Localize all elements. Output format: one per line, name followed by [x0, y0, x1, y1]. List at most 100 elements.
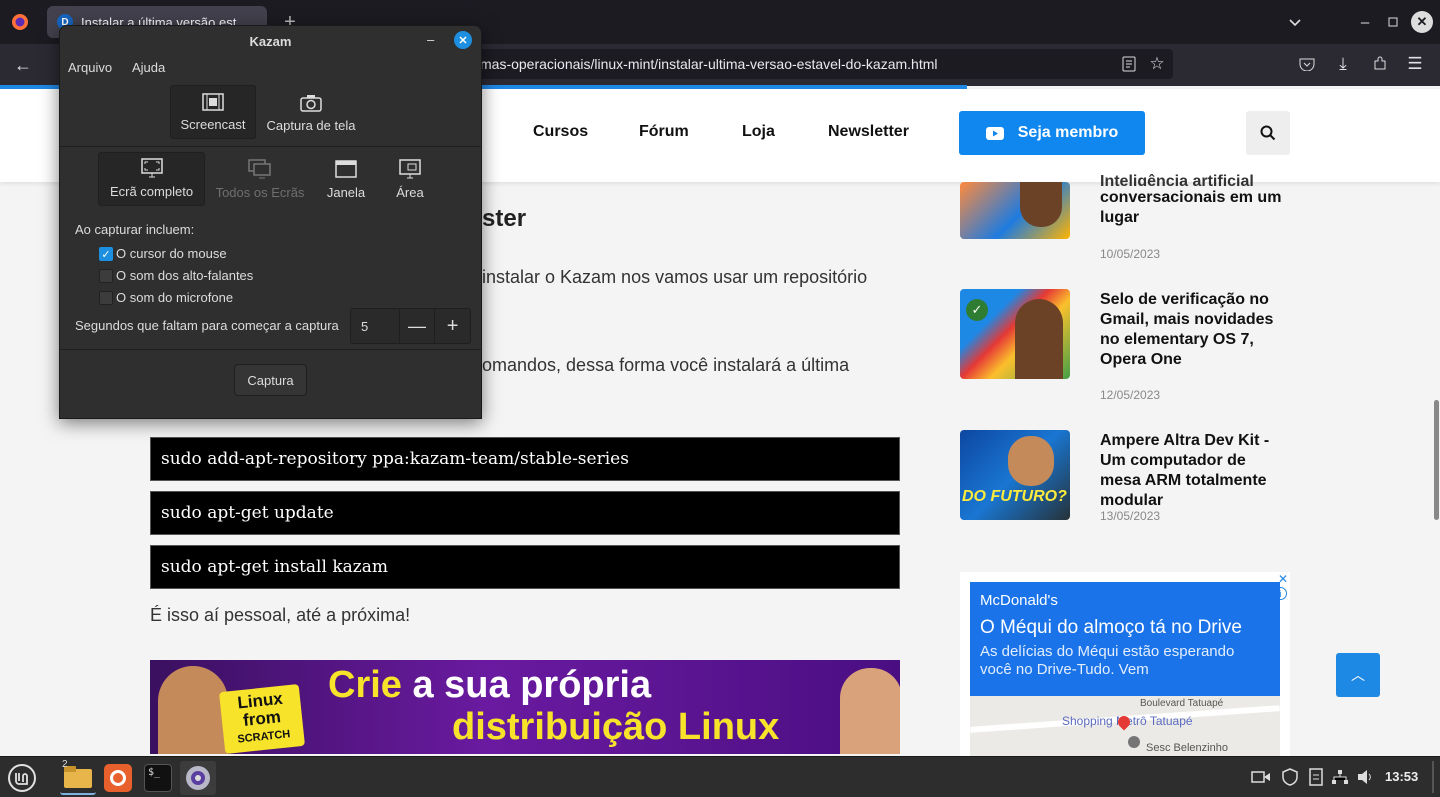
article-paragraph-2: omandos, dessa forma você instalará a úl…	[482, 355, 850, 375]
post-date-2: 12/05/2023	[1100, 388, 1161, 402]
presenter-photo-right	[840, 668, 900, 754]
minus-icon[interactable]: —	[398, 309, 435, 343]
update-shield-icon[interactable]	[1280, 767, 1300, 787]
source-window-label: Janela	[326, 185, 366, 200]
scroll-to-top-button[interactable]: ︿	[1336, 653, 1380, 697]
camera-icon	[300, 95, 322, 112]
source-area-label: Área	[396, 185, 424, 200]
post-thumbnail-1[interactable]	[960, 182, 1070, 239]
map-label-boulevard: Boulevard Tatuapé	[1140, 698, 1224, 709]
source-all-screens-button: Todos os Ecrãs	[210, 152, 310, 206]
source-window-button[interactable]: Janela	[318, 152, 374, 206]
ad-headline: O Méqui do almoço tá no Drive	[980, 617, 1242, 638]
linux-from-scratch-badge: Linux from SCRATCH	[218, 683, 306, 754]
banner-headline-a: Crie	[328, 664, 402, 706]
all-screens-icon	[248, 159, 271, 179]
microphone-option-label[interactable]: O som do microfone	[116, 290, 233, 305]
clock[interactable]: 13:53	[1385, 769, 1418, 784]
tab-list-chevron-icon[interactable]	[1285, 12, 1305, 32]
nav-forum[interactable]: Fórum	[639, 123, 689, 141]
ad-map[interactable]: Boulevard Tatuapé Shopping Metrô Tatuapé…	[970, 696, 1280, 757]
extensions-icon[interactable]	[1371, 55, 1389, 73]
code-block-add-repo[interactable]: sudo add-apt-repository ppa:kazam-team/s…	[150, 437, 900, 481]
screencast-label: Screencast	[180, 117, 246, 132]
banner-headline-b: a sua própria	[412, 664, 652, 706]
minimize-window-icon[interactable]: –	[1355, 12, 1375, 32]
delay-value[interactable]: 5	[351, 309, 399, 343]
post-date-1: 10/05/2023	[1100, 247, 1161, 261]
kazam-titlebar[interactable]: Kazam	[60, 26, 481, 56]
cursor-option-label[interactable]: O cursor do mouse	[116, 246, 227, 261]
kazam-close-icon[interactable]: ✕	[454, 31, 472, 49]
kazam-divider	[60, 146, 481, 147]
speakers-checkbox[interactable]	[99, 269, 113, 283]
app-menu-icon[interactable]: ☰	[1406, 54, 1424, 73]
pocket-icon[interactable]	[1298, 55, 1316, 73]
page-scrollbar[interactable]	[1434, 400, 1439, 520]
code-block-update[interactable]: sudo apt-get update	[150, 491, 900, 535]
show-desktop-handle[interactable]	[1432, 761, 1434, 793]
close-window-icon[interactable]: ✕	[1411, 11, 1433, 33]
screencast-mode-button[interactable]: Screencast	[170, 85, 256, 139]
verified-check-icon: ✓	[966, 299, 988, 321]
area-icon	[399, 159, 421, 179]
thumbnail-face	[1020, 182, 1062, 227]
mint-menu-icon[interactable]	[4, 761, 40, 795]
ad-body: As delícias do Méqui estão esperando voc…	[980, 643, 1235, 678]
kazam-menu-ajuda[interactable]: Ajuda	[132, 60, 165, 75]
fullscreen-icon	[140, 158, 163, 178]
thumbnail-face	[1008, 436, 1054, 486]
microphone-checkbox[interactable]	[99, 291, 113, 305]
volume-icon[interactable]	[1356, 767, 1376, 787]
nav-cursos[interactable]: Cursos	[533, 123, 588, 141]
ad-brand: McDonald's	[980, 592, 1058, 609]
chevron-up-icon: ︿	[1351, 667, 1365, 683]
taskbar: 2 $_ 13:53	[0, 756, 1440, 797]
terminal-app-icon[interactable]: $_	[140, 761, 176, 795]
source-fullscreen-button[interactable]: Ecrã completo	[98, 152, 205, 206]
nav-newsletter[interactable]: Newsletter	[828, 123, 909, 141]
notes-icon[interactable]	[1306, 767, 1326, 787]
delay-spinner[interactable]: 5 — +	[350, 308, 471, 344]
site-search-button[interactable]	[1246, 111, 1290, 155]
article-heading: ster	[482, 205, 527, 232]
capture-button[interactable]: Captura	[234, 364, 307, 396]
downloads-icon[interactable]: ⤓	[1334, 54, 1352, 73]
advertisement[interactable]: ✕ i McDonald's O Méqui do almoço tá no D…	[960, 572, 1290, 757]
kazam-app-icon[interactable]	[180, 761, 216, 795]
thumbnail-face	[1015, 299, 1063, 379]
kazam-minimize-icon[interactable]: –	[427, 32, 439, 47]
course-banner[interactable]: Linux from SCRATCH Crie a sua própria di…	[150, 660, 900, 754]
post-title-2[interactable]: Selo de verificação no Gmail, mais novid…	[1100, 290, 1290, 370]
screen-recorder-icon[interactable]	[1250, 767, 1272, 787]
network-icon[interactable]	[1330, 767, 1350, 787]
post-title-1-cut[interactable]: Inteligência artificial	[1100, 172, 1290, 186]
screenshot-label: Captura de tela	[266, 118, 356, 133]
plus-icon[interactable]: +	[434, 309, 470, 343]
maximize-window-icon[interactable]	[1383, 12, 1403, 32]
post-title-3[interactable]: Ampere Altra Dev Kit - Um computador de …	[1100, 431, 1290, 511]
cursor-checkbox[interactable]: ✓	[99, 247, 113, 261]
speakers-option-label[interactable]: O som dos alto-falantes	[116, 268, 253, 283]
post-thumbnail-3[interactable]: DO FUTURO?	[960, 430, 1070, 520]
kazam-window: Kazam – ✕ Arquivo Ajuda Screencast Captu…	[59, 25, 482, 419]
post-date-3: 13/05/2023	[1100, 509, 1161, 523]
member-button[interactable]: Seja membro	[959, 111, 1145, 155]
post-title-1[interactable]: conversacionais em um lugar	[1100, 188, 1290, 228]
kazam-menu-arquivo[interactable]: Arquivo	[68, 60, 112, 75]
screenshot-mode-button[interactable]: Captura de tela	[260, 85, 362, 139]
source-area-button[interactable]: Área	[382, 152, 438, 206]
post-thumbnail-2[interactable]: ✓	[960, 289, 1070, 379]
thumbnail-caption: DO FUTURO?	[962, 488, 1067, 505]
firefox-menu-icon[interactable]	[10, 12, 30, 32]
reader-view-icon[interactable]	[1120, 55, 1138, 73]
film-icon	[202, 93, 224, 111]
capture-button-label: Captura	[247, 372, 294, 388]
nav-loja[interactable]: Loja	[742, 123, 775, 141]
back-arrow-icon[interactable]: ←	[12, 54, 34, 76]
ad-text-panel: McDonald's O Méqui do almoço tá no Drive…	[970, 582, 1280, 696]
presenter-photo-left	[158, 666, 228, 754]
bookmark-star-icon[interactable]: ☆	[1148, 54, 1166, 73]
code-block-install[interactable]: sudo apt-get install kazam	[150, 545, 900, 589]
firefox-app-icon[interactable]	[100, 761, 136, 795]
